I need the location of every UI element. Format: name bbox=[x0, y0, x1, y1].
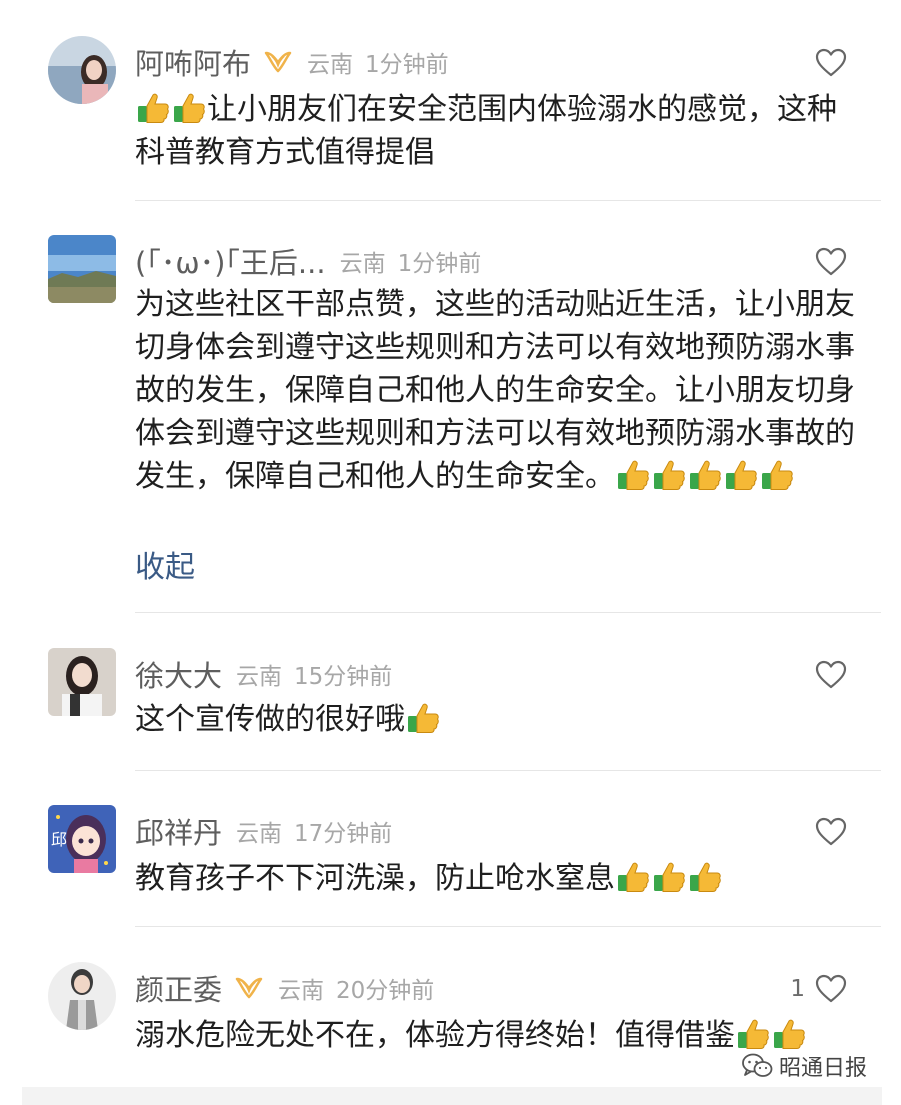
like-button[interactable] bbox=[805, 817, 847, 847]
thumbs-up-emoji-icon bbox=[726, 460, 757, 490]
location: 云南 bbox=[236, 664, 283, 690]
comment-body: 教育孩子不下河洗澡，防止呛水窒息 bbox=[135, 861, 615, 896]
vip-badge-icon bbox=[235, 977, 263, 999]
heart-outline-icon bbox=[815, 48, 847, 77]
watermark: 昭通日报 bbox=[741, 1050, 867, 1082]
like-button[interactable] bbox=[805, 48, 847, 78]
timestamp: 15分钟前 bbox=[294, 664, 393, 690]
vip-badge-icon bbox=[264, 51, 292, 73]
like-button[interactable] bbox=[805, 247, 847, 277]
watermark-text: 昭通日报 bbox=[778, 1056, 867, 1081]
location: 云南 bbox=[236, 821, 283, 847]
comment-text: 让小朋友们在安全范围内体验溺水的感觉，这种科普教育方式值得提倡 bbox=[135, 88, 855, 174]
heart-outline-icon bbox=[815, 974, 847, 1003]
comment-meta: 邱祥丹 云南 17分钟前 bbox=[135, 811, 392, 851]
timestamp: 20分钟前 bbox=[336, 978, 435, 1004]
thumbs-up-emoji-icon bbox=[174, 93, 205, 123]
username[interactable]: 阿咘阿布 bbox=[135, 41, 251, 83]
thumbs-up-emoji-icon bbox=[690, 460, 721, 490]
comment-meta: (｢･ω･)｢王后... 云南 1分钟前 bbox=[135, 241, 481, 281]
comment-meta: 徐大大 云南 15分钟前 bbox=[135, 654, 392, 694]
divider bbox=[135, 612, 881, 613]
divider bbox=[135, 200, 881, 201]
thumbs-up-emoji-icon bbox=[774, 1019, 805, 1049]
location: 云南 bbox=[307, 52, 354, 78]
timestamp: 1分钟前 bbox=[397, 251, 482, 277]
thumbs-up-emoji-icon bbox=[618, 862, 649, 892]
timestamp: 17分钟前 bbox=[294, 821, 393, 847]
comment-body: 让小朋友们在安全范围内体验溺水的感觉，这种科普教育方式值得提倡 bbox=[135, 92, 837, 170]
avatar[interactable]: 邱 bbox=[48, 805, 116, 873]
collapse-link[interactable]: 收起 bbox=[135, 542, 195, 586]
heart-outline-icon bbox=[815, 247, 847, 276]
avatar[interactable] bbox=[48, 648, 116, 716]
comment-meta: 颜正委 云南 20分钟前 bbox=[135, 968, 434, 1008]
thumbs-up-emoji-icon bbox=[135, 92, 207, 127]
thumbs-up-emoji-icon bbox=[690, 862, 721, 892]
comment-body: 这个宣传做的很好哦 bbox=[135, 702, 405, 737]
thumbs-up-emoji-icon bbox=[654, 862, 685, 892]
wechat-icon bbox=[742, 1053, 773, 1077]
like-button[interactable] bbox=[805, 660, 847, 690]
username[interactable]: 徐大大 bbox=[135, 653, 222, 695]
avatar-char: 邱 bbox=[51, 830, 67, 849]
comment-text: 为这些社区干部点赞，这些的活动贴近生活，让小朋友切身体会到遵守这些规则和方法可以… bbox=[135, 283, 855, 498]
username[interactable]: (｢･ω･)｢王后... bbox=[135, 240, 326, 282]
location: 云南 bbox=[339, 251, 386, 277]
thumbs-up-emoji-icon bbox=[654, 460, 685, 490]
avatar[interactable] bbox=[48, 235, 116, 303]
thumbs-up-emoji-icon bbox=[762, 460, 793, 490]
avatar[interactable] bbox=[48, 36, 116, 104]
comment-text: 这个宣传做的很好哦 bbox=[135, 698, 855, 741]
avatar[interactable] bbox=[48, 962, 116, 1030]
comment-body: 溺水危险无处不在，体验方得终始！值得借鉴 bbox=[135, 1018, 735, 1053]
like-button[interactable]: 1 bbox=[790, 974, 847, 1004]
thumbs-up-emoji-icon bbox=[735, 1018, 807, 1053]
heart-outline-icon bbox=[815, 817, 847, 846]
heart-outline-icon bbox=[815, 660, 847, 689]
comment-meta: 阿咘阿布 云南 1分钟前 bbox=[135, 42, 449, 82]
bottom-strip bbox=[22, 1087, 882, 1105]
comment-text: 教育孩子不下河洗澡，防止呛水窒息 bbox=[135, 857, 855, 900]
thumbs-up-emoji-icon bbox=[138, 93, 169, 123]
thumbs-up-emoji-icon bbox=[405, 702, 441, 737]
divider bbox=[135, 926, 881, 927]
timestamp: 1分钟前 bbox=[365, 52, 449, 78]
thumbs-up-emoji-icon bbox=[738, 1019, 769, 1049]
thumbs-up-emoji-icon bbox=[615, 861, 723, 896]
username[interactable]: 邱祥丹 bbox=[135, 810, 222, 852]
thumbs-up-emoji-icon bbox=[408, 703, 439, 733]
thumbs-up-emoji-icon bbox=[618, 460, 649, 490]
divider bbox=[135, 770, 881, 771]
username[interactable]: 颜正委 bbox=[135, 967, 222, 1009]
like-count: 1 bbox=[790, 976, 805, 1002]
thumbs-up-emoji-icon bbox=[615, 459, 795, 494]
location: 云南 bbox=[278, 978, 325, 1004]
